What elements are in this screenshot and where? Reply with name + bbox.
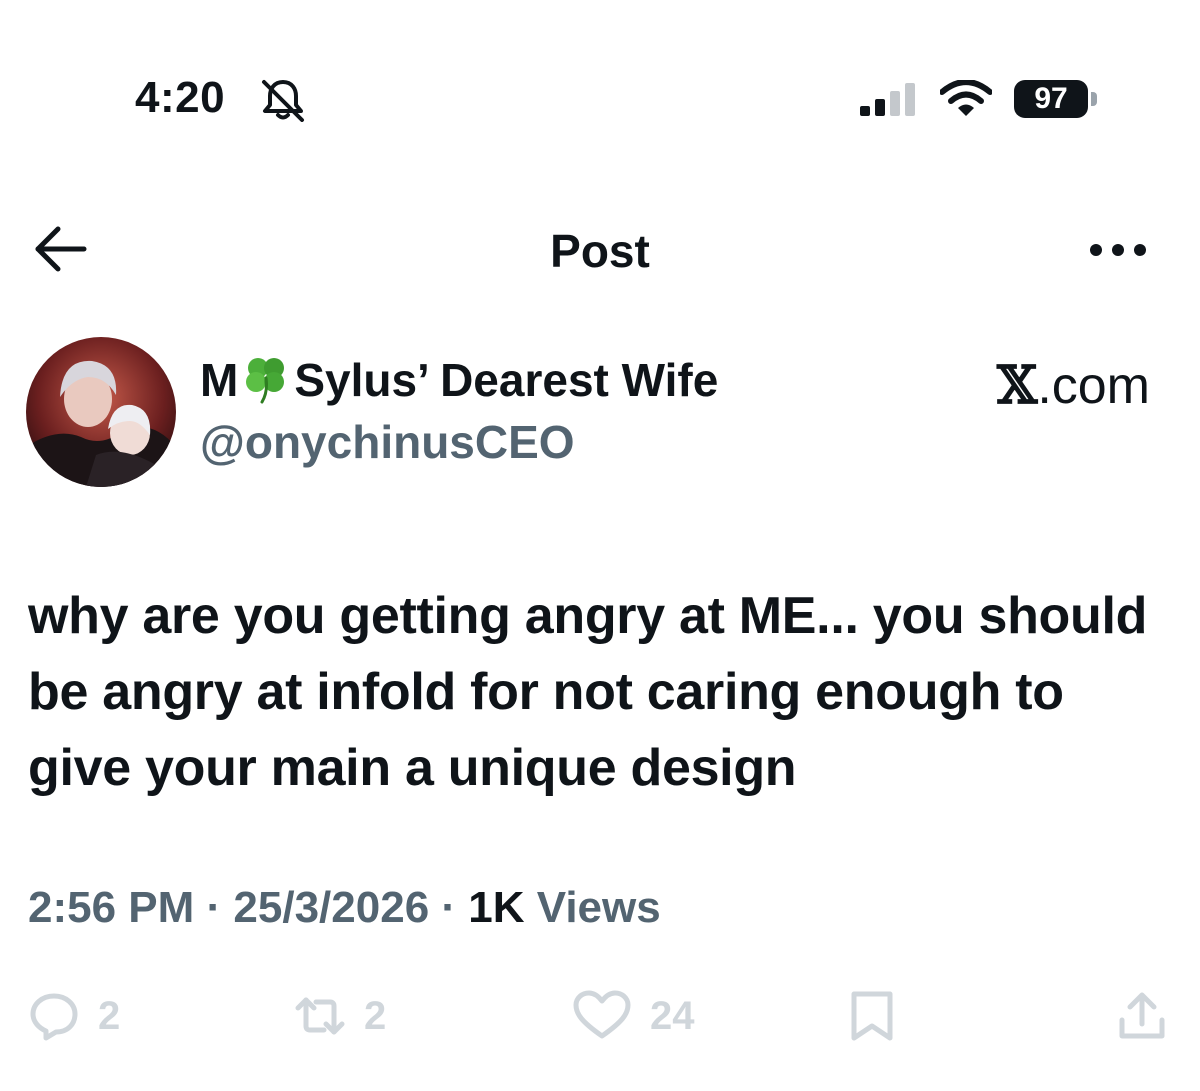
reply-button[interactable]: 2 [28, 986, 120, 1046]
battery-nub [1091, 92, 1097, 106]
display-name-initial: M [200, 354, 239, 406]
x-logo-icon: 𝕏 [996, 355, 1038, 416]
four-leaf-clover-icon [240, 352, 292, 404]
meta-separator: · [206, 883, 222, 932]
post-date[interactable]: 25/3/2026 [233, 883, 429, 932]
avatar[interactable] [26, 337, 176, 487]
source-domain: .com [1037, 357, 1150, 415]
display-name-text: Sylus’ Dearest Wife [294, 354, 719, 406]
meta-separator: · [441, 883, 457, 932]
battery-indicator: 97 [1014, 80, 1098, 118]
bookmark-button[interactable] [846, 986, 898, 1046]
heart-icon [573, 990, 631, 1039]
cellular-signal-icon [858, 82, 920, 116]
reply-count: 2 [98, 993, 121, 1038]
page-title: Post [550, 225, 650, 277]
repost-count: 2 [364, 993, 387, 1038]
status-time: 4:20 [135, 73, 226, 122]
like-count: 24 [650, 993, 695, 1038]
display-name[interactable]: M Sylus’ Dearest Wife [200, 352, 718, 408]
source-watermark: 𝕏.com [997, 356, 1150, 416]
share-icon [1119, 992, 1165, 1039]
post-time[interactable]: 2:56 PM [28, 883, 194, 932]
post-meta: 2:56 PM · 25/3/2026 · 1K Views [28, 882, 661, 934]
wifi-icon [939, 79, 993, 118]
views-count: 1K [468, 883, 525, 932]
bell-slash-icon [258, 78, 308, 122]
repost-icon [295, 997, 345, 1035]
post-text: why are you getting angry at ME... you s… [28, 587, 1148, 797]
reply-icon [30, 993, 78, 1041]
user-handle[interactable]: @onychinusCEO [200, 414, 575, 470]
more-options-icon[interactable] [1088, 236, 1148, 264]
views-label: Views [536, 883, 661, 932]
like-button[interactable]: 24 [572, 986, 695, 1046]
bookmark-icon [851, 991, 893, 1041]
battery-level: 97 [1014, 80, 1088, 118]
share-button[interactable] [1116, 986, 1168, 1046]
repost-button[interactable]: 2 [294, 986, 386, 1046]
